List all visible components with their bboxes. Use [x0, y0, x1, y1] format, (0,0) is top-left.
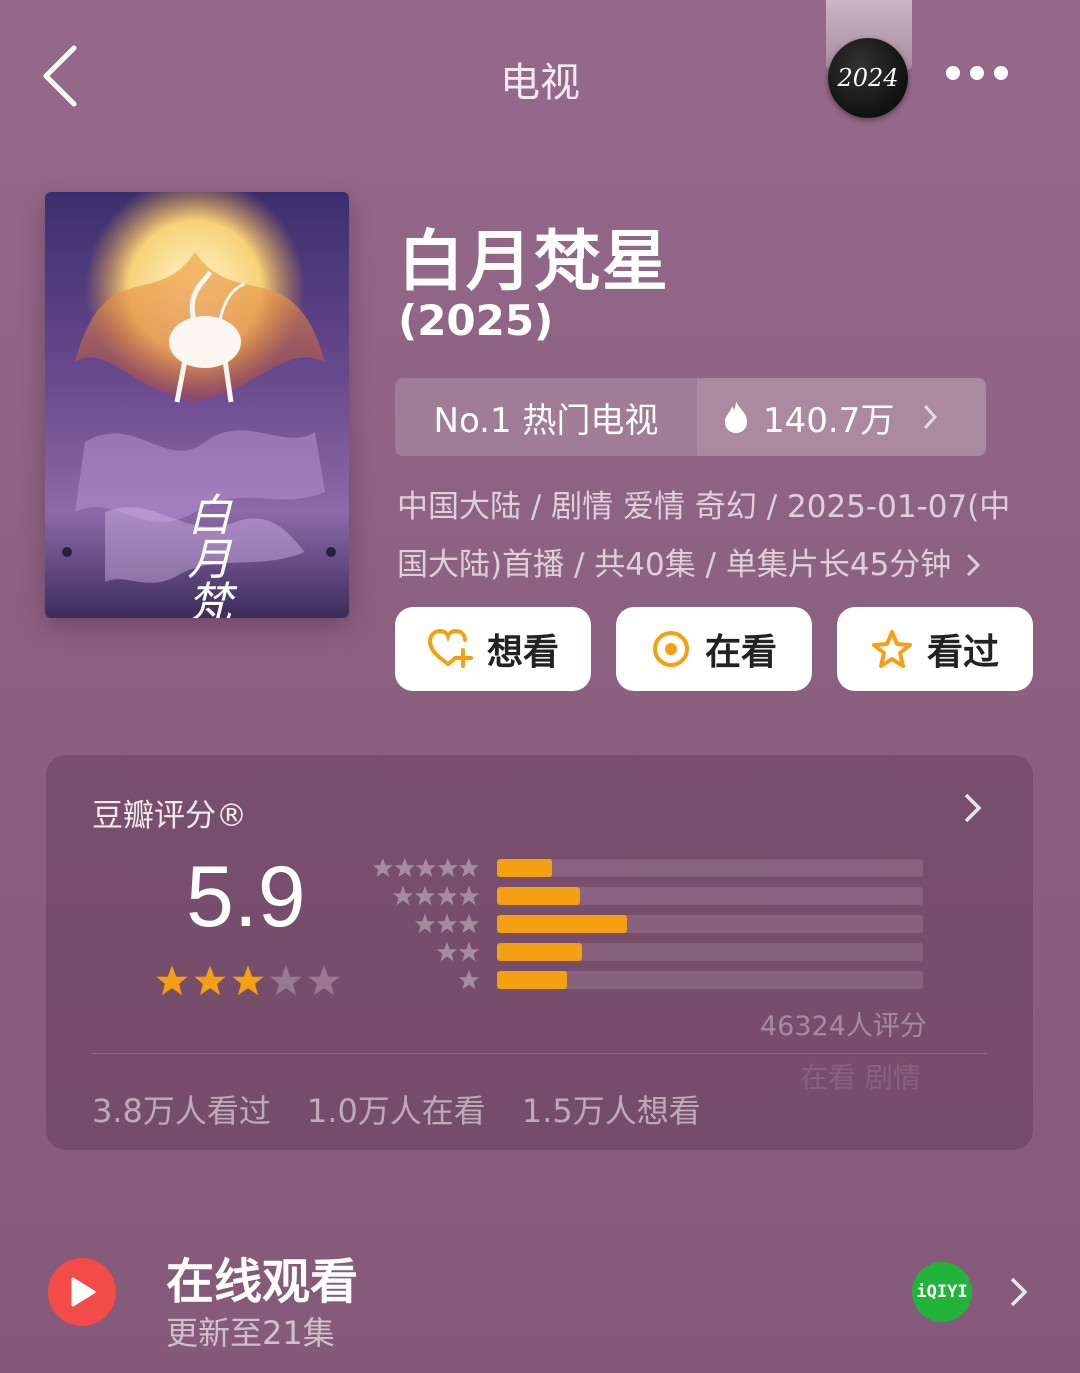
meta-line: 中国大陆 / 剧情 爱情 奇幻 / 2025-01-07(中: [397, 489, 1011, 525]
distribution-stars-1: [372, 969, 480, 991]
flame-icon: [725, 401, 747, 433]
small-star-icon: [392, 885, 414, 906]
small-star-icon: [372, 858, 393, 877]
divider: [92, 1053, 987, 1054]
distribution-bar-track: [497, 887, 923, 905]
distribution-bar-3: [497, 915, 627, 933]
watched-label: 看过: [926, 632, 999, 673]
want-count[interactable]: 1.5万人想看: [522, 1086, 701, 1132]
rating-score: 5.9: [186, 849, 306, 945]
poster-image[interactable]: 白月梵星: [45, 192, 349, 618]
more-dots-icon: [970, 66, 984, 80]
filled-star-icon: [194, 965, 226, 996]
distribution-bar-track: [497, 943, 923, 961]
empty-star-icon: [270, 965, 302, 996]
distribution-bar-5: [497, 859, 553, 877]
watching-count[interactable]: 1.0万人在看: [307, 1086, 486, 1132]
show-meta[interactable]: 中国大陆 / 剧情 爱情 奇幻 / 2025-01-07(中 国大陆)首播 / …: [397, 478, 1037, 594]
score-stars: [155, 964, 341, 998]
poster-title-text: 白月梵星: [180, 492, 232, 618]
iqiyi-icon[interactable]: iQIYI: [912, 1262, 972, 1322]
online-watch-subtitle: 更新至21集: [166, 1314, 335, 1352]
heat-value: 140.7万: [763, 400, 895, 441]
small-star-icon: [436, 885, 458, 906]
online-watch-title[interactable]: 在线观看: [166, 1242, 358, 1312]
distribution-bar-2: [497, 943, 583, 961]
distribution-bar-track: [497, 971, 923, 989]
heart-plus-icon: [427, 628, 473, 668]
want-to-watch-button[interactable]: 想看: [395, 607, 591, 691]
chevron-right-icon: [924, 404, 938, 430]
rank-label[interactable]: No.1 热门电视: [395, 378, 697, 456]
small-star-icon: [458, 885, 480, 906]
meta-line: 国大陆)首播 / 共40集 / 单集片长45分钟: [397, 547, 952, 583]
distribution-bar-4: [497, 887, 581, 905]
distribution-stars-3: [372, 913, 480, 935]
page-title: 电视: [500, 60, 580, 106]
show-title: 白月梵星: [398, 223, 670, 300]
watching-button[interactable]: 在看: [616, 607, 812, 691]
empty-star-icon: [308, 965, 340, 996]
more-button[interactable]: [946, 56, 1026, 90]
chevron-right-icon: [1010, 1277, 1028, 1307]
distribution-bar-1: [497, 971, 568, 989]
filled-star-icon: [232, 965, 264, 996]
watch-stats: 3.8万人看过 1.0万人在看 1.5万人想看: [92, 1086, 701, 1132]
watched-button[interactable]: 看过: [837, 607, 1033, 691]
more-dots-icon: [994, 66, 1008, 80]
rating-count: 46324人评分: [760, 1011, 927, 1042]
small-star-icon: [394, 858, 415, 877]
small-star-icon: [458, 913, 480, 934]
distribution-bar-track: [497, 859, 923, 877]
distribution-stars-5: [372, 857, 480, 879]
want-to-watch-label: 想看: [486, 632, 559, 673]
small-star-icon: [414, 913, 436, 934]
chevron-right-icon: [967, 553, 981, 577]
play-icon: [71, 1277, 96, 1307]
small-star-icon: [414, 885, 436, 906]
more-dots-icon: [946, 66, 960, 80]
filled-star-icon: [156, 965, 188, 996]
small-star-icon: [436, 941, 458, 962]
distribution-bar-track: [497, 915, 923, 933]
small-star-icon: [459, 858, 480, 877]
small-star-icon: [458, 941, 480, 962]
annual-badge[interactable]: 2024: [828, 38, 908, 118]
chevron-right-icon: [964, 793, 982, 823]
show-year: (2025): [398, 296, 554, 345]
small-star-icon: [437, 858, 458, 877]
watched-count[interactable]: 3.8万人看过: [92, 1086, 271, 1132]
distribution-stars-4: [372, 885, 480, 907]
small-star-icon: [458, 969, 480, 990]
rank-box: No.1 热门电视 140.7万: [395, 378, 986, 456]
small-star-icon: [436, 913, 458, 934]
heat-button[interactable]: 140.7万: [697, 378, 986, 456]
rating-label: 豆瓣评分®: [92, 798, 247, 834]
watching-label: 在看: [704, 632, 777, 673]
play-button[interactable]: [48, 1258, 116, 1326]
star-outline-icon: [871, 630, 912, 668]
target-circle-icon: [652, 631, 689, 667]
small-star-icon: [416, 858, 436, 877]
watermark: 在看 剧情: [800, 1061, 921, 1094]
rating-detail-button[interactable]: [958, 790, 988, 826]
online-watch-chevron[interactable]: [1006, 1274, 1032, 1310]
distribution-stars-2: [372, 941, 480, 963]
